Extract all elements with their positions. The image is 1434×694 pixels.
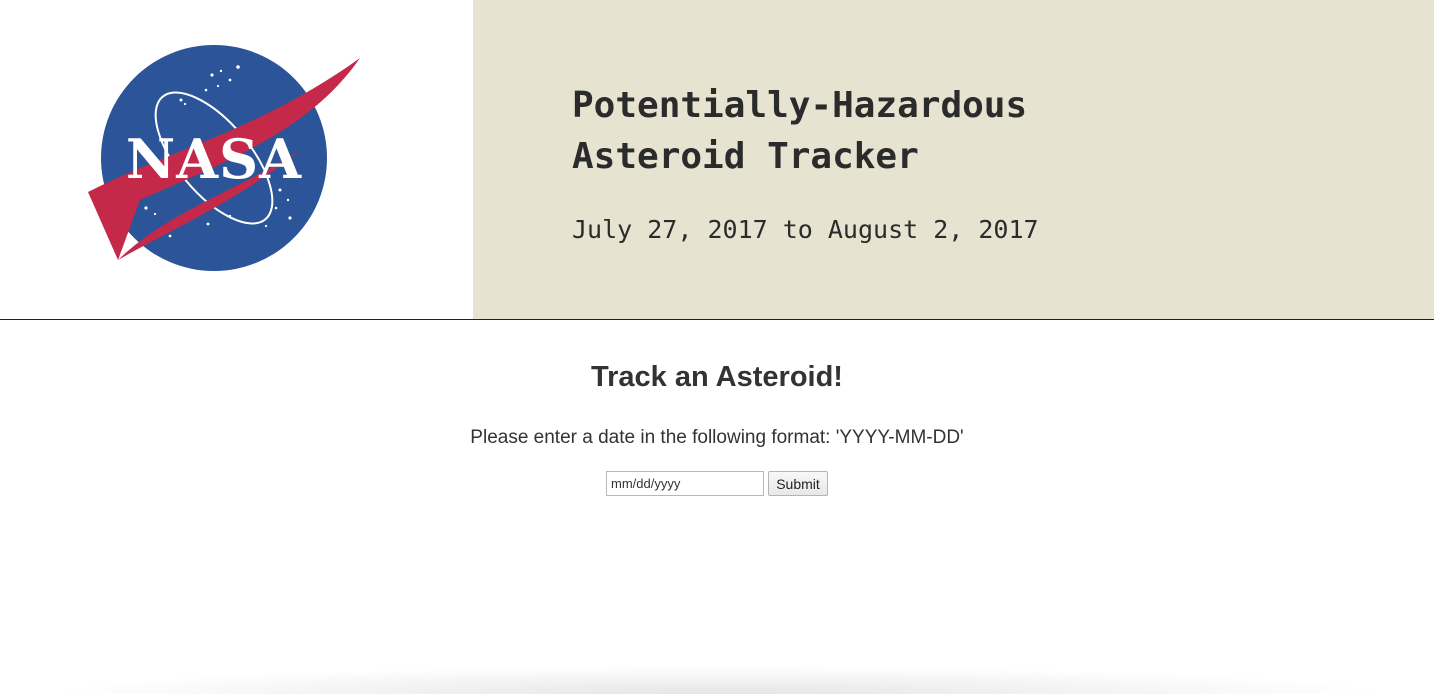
main-content: Track an Asteroid! Please enter a date i… [0, 320, 1434, 694]
bottom-shadow [40, 666, 1394, 694]
nasa-logo: NASA [88, 45, 360, 271]
date-input[interactable] [606, 471, 764, 496]
date-form: Submit [606, 471, 828, 496]
header: NASA Potentially-Hazardous Asteroid Trac… [0, 0, 1434, 320]
site-title: Potentially-Hazardous Asteroid Tracker [572, 85, 1028, 177]
page: NASA Potentially-Hazardous Asteroid Trac… [0, 0, 1434, 694]
logo-text: NASA [126, 127, 302, 191]
submit-button[interactable]: Submit [768, 471, 828, 496]
logo-panel: NASA [0, 0, 473, 319]
date-range: July 27, 2017 to August 2, 2017 [572, 215, 1039, 244]
section-heading: Track an Asteroid! [591, 361, 843, 393]
title-panel: Potentially-Hazardous Asteroid Tracker J… [473, 0, 1434, 319]
instructions-text: Please enter a date in the following for… [470, 427, 964, 448]
